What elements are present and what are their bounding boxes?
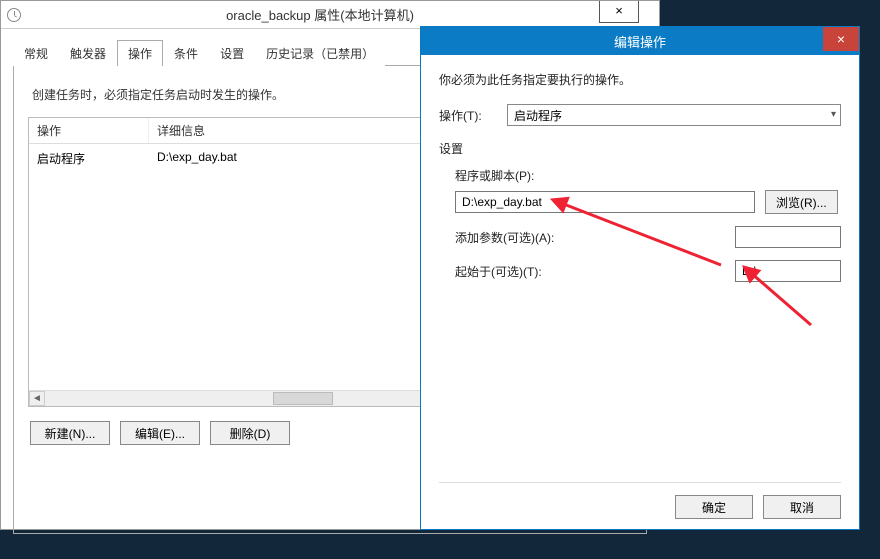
args-input[interactable] <box>735 226 841 248</box>
startin-input[interactable]: D:\ <box>735 260 841 282</box>
cancel-button[interactable]: 取消 <box>763 495 841 519</box>
delete-button[interactable]: 删除(D) <box>210 421 290 445</box>
edit-title: 编辑操作 <box>614 32 666 51</box>
args-label: 添加参数(可选)(A): <box>455 229 554 246</box>
startin-field: 起始于(可选)(T): D:\ <box>455 260 841 282</box>
properties-title: oracle_backup 属性(本地计算机) <box>27 5 653 24</box>
ok-button[interactable]: 确定 <box>675 495 753 519</box>
edit-titlebar: 编辑操作 × <box>421 27 859 55</box>
startin-label: 起始于(可选)(T): <box>455 263 542 280</box>
script-value: D:\exp_day.bat <box>462 195 542 209</box>
edit-button[interactable]: 编辑(E)... <box>120 421 200 445</box>
script-input[interactable]: D:\exp_day.bat <box>455 191 755 213</box>
tab-conditions[interactable]: 条件 <box>163 40 209 66</box>
col-operation[interactable]: 操作 <box>29 118 149 143</box>
tab-history-disabled[interactable]: 历史记录（已禁用） <box>255 40 385 66</box>
edit-action-window: 编辑操作 × 你必须为此任务指定要执行的操作。 操作(T): 启动程序 ▾ 设置… <box>420 26 860 530</box>
args-field: 添加参数(可选)(A): <box>455 226 841 248</box>
clock-icon <box>7 8 21 22</box>
operation-value: 启动程序 <box>514 107 562 124</box>
startin-value: D:\ <box>742 264 757 278</box>
edit-button-row: 确定 取消 <box>439 482 841 519</box>
settings-group-label: 设置 <box>439 140 841 157</box>
scroll-thumb[interactable] <box>273 392 333 405</box>
tab-settings[interactable]: 设置 <box>209 40 255 66</box>
tab-actions[interactable]: 操作 <box>117 40 163 66</box>
operation-row: 操作(T): 启动程序 ▾ <box>439 104 841 126</box>
properties-close-button[interactable]: × <box>599 1 639 23</box>
script-field: 程序或脚本(P): D:\exp_day.bat 浏览(R)... <box>455 167 841 214</box>
properties-titlebar: oracle_backup 属性(本地计算机) × <box>1 1 659 29</box>
row-op: 启动程序 <box>29 148 149 169</box>
edit-content: 你必须为此任务指定要执行的操作。 操作(T): 启动程序 ▾ 设置 程序或脚本(… <box>421 55 859 529</box>
script-label: 程序或脚本(P): <box>455 167 841 184</box>
operation-combo[interactable]: 启动程序 ▾ <box>507 104 841 126</box>
scroll-left-icon[interactable]: ◄ <box>29 391 45 406</box>
tab-triggers[interactable]: 触发器 <box>59 40 117 66</box>
chevron-down-icon: ▾ <box>831 109 836 120</box>
operation-label: 操作(T): <box>439 107 499 124</box>
edit-close-button[interactable]: × <box>823 27 859 51</box>
tab-general[interactable]: 常规 <box>13 40 59 66</box>
new-button[interactable]: 新建(N)... <box>30 421 110 445</box>
browse-button[interactable]: 浏览(R)... <box>765 190 838 214</box>
edit-intro: 你必须为此任务指定要执行的操作。 <box>439 71 841 88</box>
